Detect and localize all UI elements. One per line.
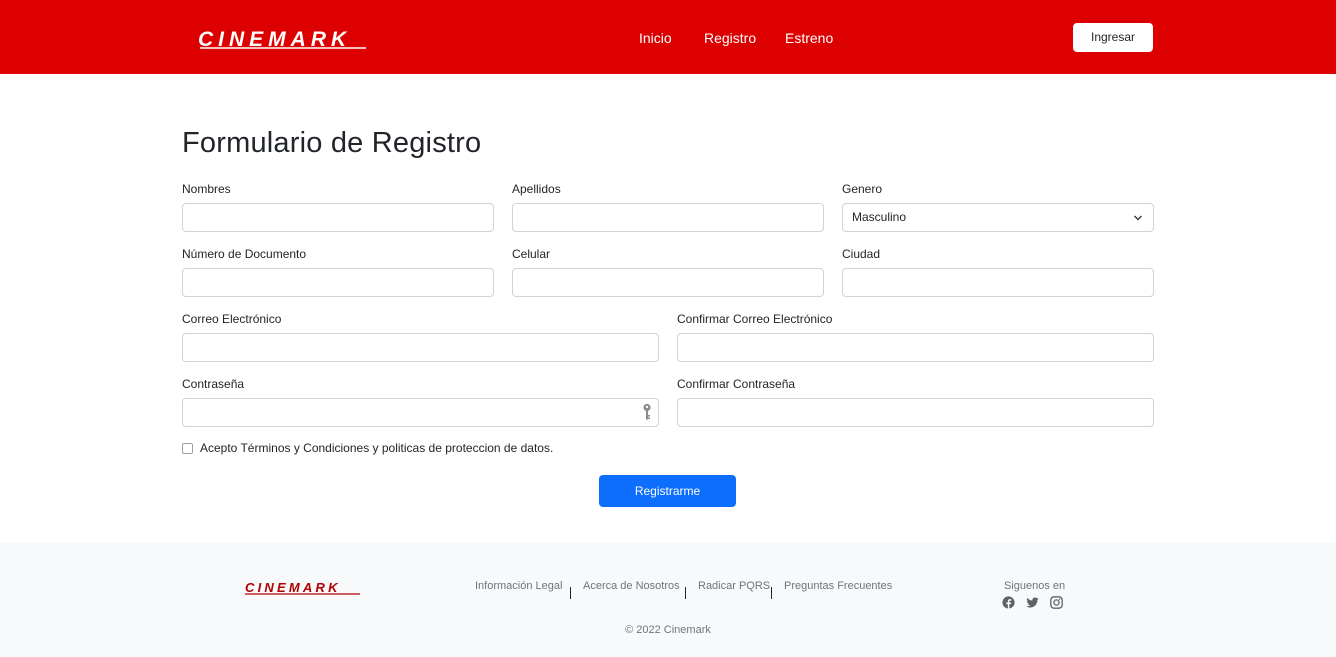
ciudad-label: Ciudad xyxy=(842,247,881,261)
apellidos-input[interactable] xyxy=(512,203,824,232)
contrasena-input[interactable] xyxy=(182,398,659,427)
nombres-label: Nombres xyxy=(182,182,231,196)
confirmar-contrasena-input[interactable] xyxy=(677,398,1154,427)
footer-link-informacion-legal[interactable]: Información Legal xyxy=(475,580,562,592)
terms-checkbox[interactable] xyxy=(182,443,193,454)
nav-link-registro[interactable]: Registro xyxy=(704,30,756,46)
facebook-icon[interactable] xyxy=(1002,596,1015,609)
instagram-icon[interactable] xyxy=(1050,596,1063,609)
login-button[interactable]: Ingresar xyxy=(1073,23,1153,52)
copyright-text: © 2022 Cinemark xyxy=(625,624,711,636)
footer: CINEMARK Información Legal Acerca de Nos… xyxy=(0,543,1336,657)
contrasena-label: Contraseña xyxy=(182,377,245,391)
celular-label: Celular xyxy=(512,247,551,261)
correo-label: Correo Electrónico xyxy=(182,312,282,326)
key-icon[interactable] xyxy=(641,403,653,421)
confirmar-contrasena-label: Confirmar Contraseña xyxy=(677,377,796,391)
footer-cinemark-logo[interactable]: CINEMARK xyxy=(244,580,362,596)
genero-select[interactable]: Masculino xyxy=(842,203,1154,232)
ciudad-input[interactable] xyxy=(842,268,1154,297)
footer-link-preguntas[interactable]: Preguntas Frecuentes xyxy=(784,580,892,592)
celular-input[interactable] xyxy=(512,268,824,297)
apellidos-label: Apellidos xyxy=(512,182,561,196)
genero-label: Genero xyxy=(842,182,883,196)
nav-link-inicio[interactable]: Inicio xyxy=(639,30,672,46)
register-button[interactable]: Registrarme xyxy=(599,475,736,507)
footer-divider xyxy=(685,587,686,599)
documento-label: Número de Documento xyxy=(182,247,307,261)
cinemark-logo[interactable]: CINEMARK xyxy=(196,28,370,50)
confirmar-correo-label: Confirmar Correo Electrónico xyxy=(677,312,833,326)
footer-link-pqrs[interactable]: Radicar PQRS xyxy=(698,580,770,592)
documento-input[interactable] xyxy=(182,268,494,297)
svg-text:CINEMARK: CINEMARK xyxy=(245,580,341,595)
nombres-input[interactable] xyxy=(182,203,494,232)
footer-divider xyxy=(771,587,772,599)
contrasena-field-wrap xyxy=(182,398,659,427)
twitter-icon[interactable] xyxy=(1026,596,1039,609)
footer-divider xyxy=(570,587,571,599)
chevron-down-icon xyxy=(1134,215,1142,221)
terms-label[interactable]: Acepto Términos y Condiciones y politica… xyxy=(200,441,553,455)
genero-selected-value: Masculino xyxy=(852,210,907,224)
nav-link-estreno[interactable]: Estreno xyxy=(785,30,833,46)
follow-label: Siguenos en xyxy=(1004,580,1066,592)
footer-link-acerca[interactable]: Acerca de Nosotros xyxy=(583,580,680,592)
top-navbar: CINEMARK Inicio Registro Estreno Ingresa… xyxy=(0,0,1336,74)
correo-input[interactable] xyxy=(182,333,659,362)
page-title: Formulario de Registro xyxy=(182,127,482,159)
confirmar-correo-input[interactable] xyxy=(677,333,1154,362)
